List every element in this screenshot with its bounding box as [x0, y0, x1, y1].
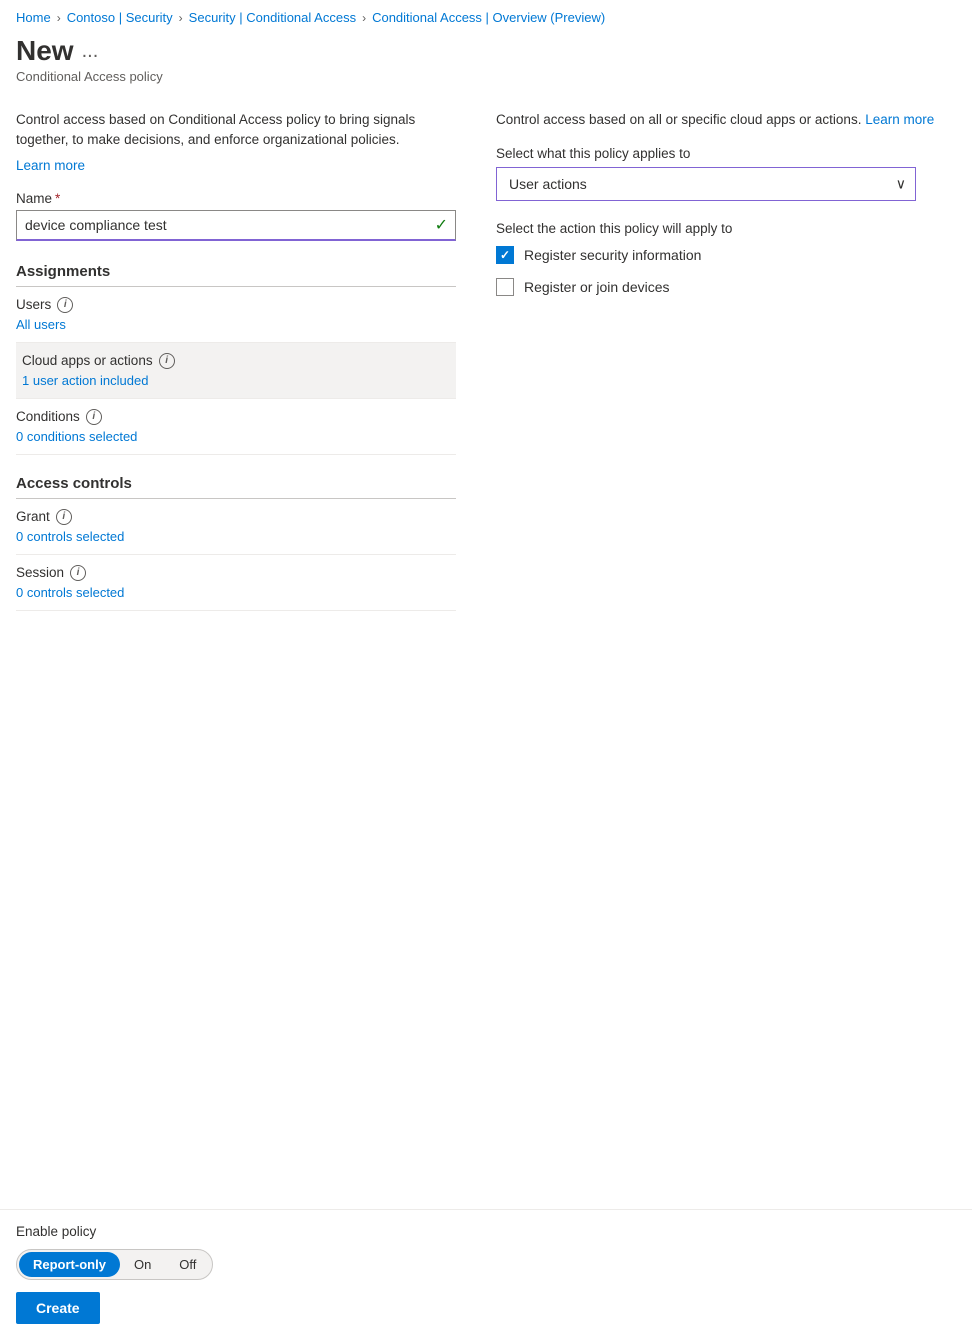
breadcrumb: Home › Contoso | Security › Security | C… [0, 0, 972, 31]
users-value[interactable]: All users [16, 317, 456, 332]
bottom-bar: Enable policy Report-only On Off Create [0, 1209, 972, 1338]
cloud-apps-assignment-item[interactable]: Cloud apps or actions i 1 user action in… [16, 343, 456, 399]
right-description-text: Control access based on all or specific … [496, 112, 861, 127]
name-field-group: Name * ✓ [16, 191, 456, 241]
toggle-report-only[interactable]: Report-only [19, 1252, 120, 1277]
name-input-wrapper: ✓ [16, 210, 456, 241]
assignments-section-header: Assignments [16, 263, 456, 287]
page-header: New ... Conditional Access policy [0, 31, 972, 94]
policy-applies-to-dropdown[interactable]: Cloud apps User actions Authentication c… [496, 167, 916, 201]
page-title: New [16, 35, 74, 67]
cloud-apps-label: Cloud apps or actions [22, 353, 153, 368]
cloud-apps-info-icon[interactable]: i [159, 353, 175, 369]
breadcrumb-sep-2: › [179, 11, 183, 25]
register-security-info-label: Register security information [524, 247, 701, 263]
breadcrumb-sep-1: › [57, 11, 61, 25]
users-label: Users [16, 297, 51, 312]
policy-toggle-row: Report-only On Off [16, 1249, 956, 1280]
register-join-devices-row[interactable]: Register or join devices [496, 278, 956, 296]
register-security-info-row[interactable]: Register security information [496, 246, 956, 264]
grant-value[interactable]: 0 controls selected [16, 529, 456, 544]
register-join-devices-label: Register or join devices [524, 279, 670, 295]
cloud-apps-header: Cloud apps or actions i [22, 353, 450, 369]
enable-policy-label: Enable policy [16, 1224, 956, 1239]
select-policy-label: Select what this policy applies to [496, 146, 956, 161]
users-assignment-item[interactable]: Users i All users [16, 287, 456, 343]
page-ellipsis-menu[interactable]: ... [82, 40, 99, 63]
page-subtitle: Conditional Access policy [16, 69, 956, 84]
conditions-header: Conditions i [16, 409, 456, 425]
right-learn-more[interactable]: Learn more [865, 112, 934, 127]
access-controls-section: Access controls Grant i 0 controls selec… [16, 475, 456, 611]
session-header: Session i [16, 565, 456, 581]
access-controls-header: Access controls [16, 475, 456, 499]
users-header: Users i [16, 297, 456, 313]
breadcrumb-home[interactable]: Home [16, 10, 51, 25]
session-label: Session [16, 565, 64, 580]
name-label: Name * [16, 191, 456, 206]
cloud-apps-value[interactable]: 1 user action included [22, 373, 450, 388]
main-content: Control access based on Conditional Acce… [0, 94, 972, 611]
session-assignment-item[interactable]: Session i 0 controls selected [16, 555, 456, 611]
toggle-off[interactable]: Off [165, 1252, 210, 1277]
left-learn-more[interactable]: Learn more [16, 158, 85, 173]
session-value[interactable]: 0 controls selected [16, 585, 456, 600]
conditions-assignment-item[interactable]: Conditions i 0 conditions selected [16, 399, 456, 455]
left-description: Control access based on Conditional Acce… [16, 110, 456, 151]
conditions-label: Conditions [16, 409, 80, 424]
toggle-on[interactable]: On [120, 1252, 165, 1277]
grant-header: Grant i [16, 509, 456, 525]
register-join-devices-checkbox[interactable] [496, 278, 514, 296]
right-column: Control access based on all or specific … [496, 110, 956, 611]
session-info-icon[interactable]: i [70, 565, 86, 581]
assignments-title: Assignments [16, 263, 110, 280]
grant-assignment-item[interactable]: Grant i 0 controls selected [16, 499, 456, 555]
register-security-info-checkbox[interactable] [496, 246, 514, 264]
access-controls-title: Access controls [16, 475, 132, 492]
input-valid-icon: ✓ [435, 215, 448, 235]
required-indicator: * [55, 191, 60, 206]
name-input[interactable] [16, 210, 456, 241]
right-description: Control access based on all or specific … [496, 110, 956, 130]
grant-info-icon[interactable]: i [56, 509, 72, 525]
left-column: Control access based on Conditional Acce… [16, 110, 456, 611]
breadcrumb-contoso-security[interactable]: Contoso | Security [67, 10, 173, 25]
users-info-icon[interactable]: i [57, 297, 73, 313]
conditions-info-icon[interactable]: i [86, 409, 102, 425]
breadcrumb-security-ca[interactable]: Security | Conditional Access [189, 10, 356, 25]
breadcrumb-ca-overview[interactable]: Conditional Access | Overview (Preview) [372, 10, 605, 25]
grant-label: Grant [16, 509, 50, 524]
action-select-label: Select the action this policy will apply… [496, 221, 956, 236]
create-button[interactable]: Create [16, 1292, 100, 1324]
policy-applies-to-dropdown-wrapper: Cloud apps User actions Authentication c… [496, 167, 916, 201]
breadcrumb-sep-3: › [362, 11, 366, 25]
policy-toggle-pill[interactable]: Report-only On Off [16, 1249, 213, 1280]
conditions-value[interactable]: 0 conditions selected [16, 429, 456, 444]
